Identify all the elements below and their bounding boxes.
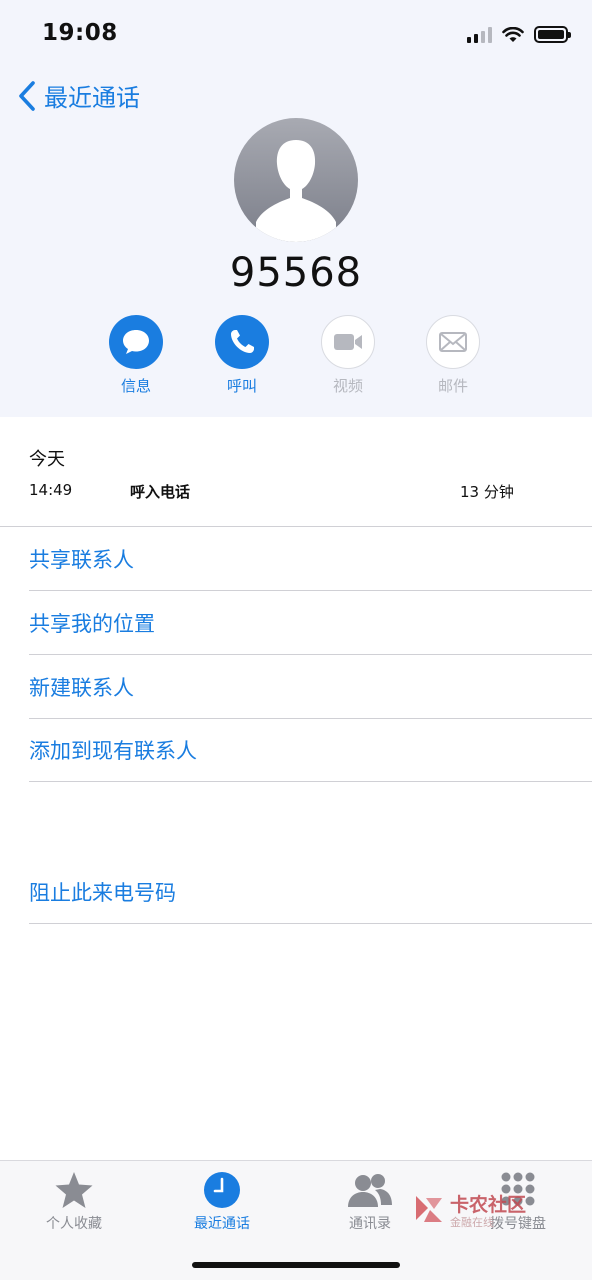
home-indicator[interactable] (192, 1262, 400, 1268)
battery-icon (534, 26, 571, 43)
video-icon (321, 315, 375, 369)
share-location-option[interactable]: 共享我的位置 (29, 591, 592, 655)
video-button[interactable]: 视频 (308, 315, 388, 396)
share-contact-option[interactable]: 共享联系人 (29, 527, 592, 591)
wifi-icon (502, 26, 524, 42)
chevron-left-icon (19, 80, 35, 111)
status-bar: 19:08 (0, 0, 592, 72)
call-button[interactable]: 呼叫 (202, 315, 282, 396)
phone-icon (215, 315, 269, 369)
history-duration: 13 分钟 (460, 483, 514, 501)
watermark-subtitle: 金融在线 (450, 1216, 494, 1229)
contact-number: 95568 (229, 250, 363, 296)
message-button[interactable]: 信息 (96, 315, 176, 396)
video-label: 视频 (332, 377, 363, 395)
history-date: 今天 (29, 449, 65, 470)
person-silhouette-icon (256, 140, 336, 242)
message-icon (109, 315, 163, 369)
clock-icon (162, 1169, 282, 1211)
new-contact-option[interactable]: 新建联系人 (29, 655, 592, 719)
tab-favorites[interactable]: 个人收藏 (14, 1169, 134, 1233)
contact-avatar (234, 118, 358, 242)
history-time: 14:49 (29, 481, 73, 499)
mail-icon (426, 315, 480, 369)
watermark-logo-icon (416, 1196, 442, 1222)
tab-favorites-label: 个人收藏 (46, 1216, 102, 1232)
tab-recents-label: 最近通话 (194, 1216, 250, 1232)
contact-header: 19:08 最近通话 95568 信息 呼叫 视频 邮件 (0, 0, 592, 417)
watermark-title: 卡农社区 (450, 1194, 527, 1216)
add-to-existing-contact-option[interactable]: 添加到现有联系人 (29, 718, 592, 782)
back-label: 最近通话 (44, 84, 140, 112)
mail-label: 邮件 (437, 377, 468, 395)
history-call-type: 呼入电话 (130, 483, 191, 501)
mail-button[interactable]: 邮件 (413, 315, 493, 396)
block-caller-option[interactable]: 阻止此来电号码 (29, 860, 592, 924)
status-time: 19:08 (42, 20, 118, 46)
status-icons (467, 26, 571, 43)
watermark: 卡农社区 金融在线 (412, 1190, 532, 1232)
action-buttons: 信息 呼叫 视频 邮件 (0, 315, 592, 405)
message-label: 信息 (120, 377, 151, 395)
call-label: 呼叫 (226, 377, 257, 395)
cellular-signal-icon (467, 26, 492, 43)
star-icon (14, 1169, 134, 1211)
call-history: 今天 14:49 呼入电话 13 分钟 (0, 417, 592, 527)
back-button[interactable]: 最近通话 (16, 78, 140, 113)
tab-recents[interactable]: 最近通话 (162, 1169, 282, 1233)
